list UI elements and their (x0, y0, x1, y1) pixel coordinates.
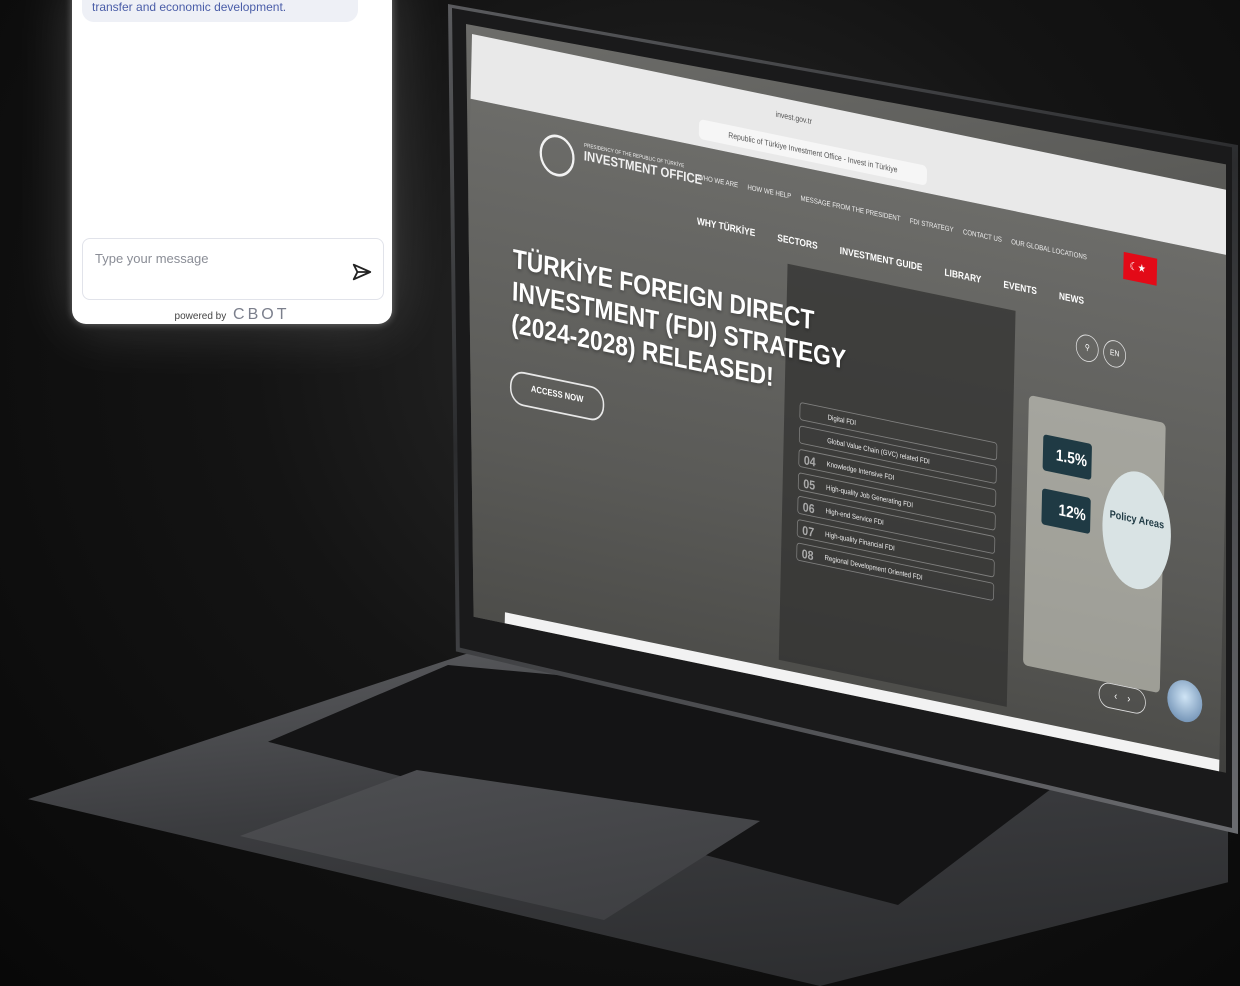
nav-investment-guide[interactable]: INVESTMENT GUIDE (840, 246, 923, 274)
chat-message-input[interactable]: Type your message (82, 238, 384, 300)
url-host[interactable]: invest.gov.tr (776, 109, 813, 126)
search-icon[interactable]: ⚲ (1075, 332, 1099, 365)
slider-prev-icon[interactable]: ‹ (1114, 689, 1117, 702)
nav-sectors[interactable]: SECTORS (777, 233, 818, 252)
investment-office-logo[interactable]: PRESIDENCY OF THE REPUBLIC OF TÜRKİYE IN… (584, 142, 703, 188)
policy-areas-label: Policy Areas (1101, 464, 1173, 596)
chatbot-avatar-icon[interactable] (1166, 676, 1203, 726)
goal-card: 1.5% (1042, 434, 1092, 481)
nav-message-president[interactable]: MESSAGE FROM THE PRESIDENT (800, 194, 900, 223)
policy-areas-graphic: 1.5% 12% Policy Areas (1022, 394, 1173, 694)
chat-message-bubble: transfer and economic development. (82, 0, 358, 22)
access-now-button[interactable]: ACCESS NOW (509, 369, 605, 423)
chat-widget: transfer and economic development. Type … (72, 0, 392, 324)
nav-news[interactable]: NEWS (1059, 291, 1084, 307)
powered-by-footer: powered by CBOT (72, 306, 392, 324)
nav-library[interactable]: LIBRARY (944, 267, 981, 285)
nav-who-we-are[interactable]: WHO WE ARE (698, 173, 738, 189)
nav-fdi-strategy[interactable]: FDI STRATEGY (910, 217, 954, 234)
turkiye-flag-icon (1123, 251, 1158, 286)
goal-card: 12% (1041, 488, 1091, 535)
nav-contact-us[interactable]: CONTACT US (963, 228, 1002, 244)
nav-how-we-help[interactable]: HOW WE HELP (747, 183, 791, 200)
investment-office-logo-icon[interactable] (539, 131, 576, 180)
slider-next-icon[interactable]: › (1127, 692, 1130, 705)
chat-input-placeholder: Type your message (95, 251, 209, 266)
language-selector[interactable]: EN (1102, 338, 1127, 370)
nav-global-locations[interactable]: OUR GLOBAL LOCATIONS (1011, 238, 1087, 262)
nav-why-turkiye[interactable]: WHY TÜRKİYE (697, 216, 756, 239)
nav-events[interactable]: EVENTS (1003, 279, 1037, 297)
powered-by-label: powered by (174, 311, 227, 322)
cbot-brand: CBOT (233, 306, 290, 323)
send-icon[interactable] (351, 261, 373, 283)
